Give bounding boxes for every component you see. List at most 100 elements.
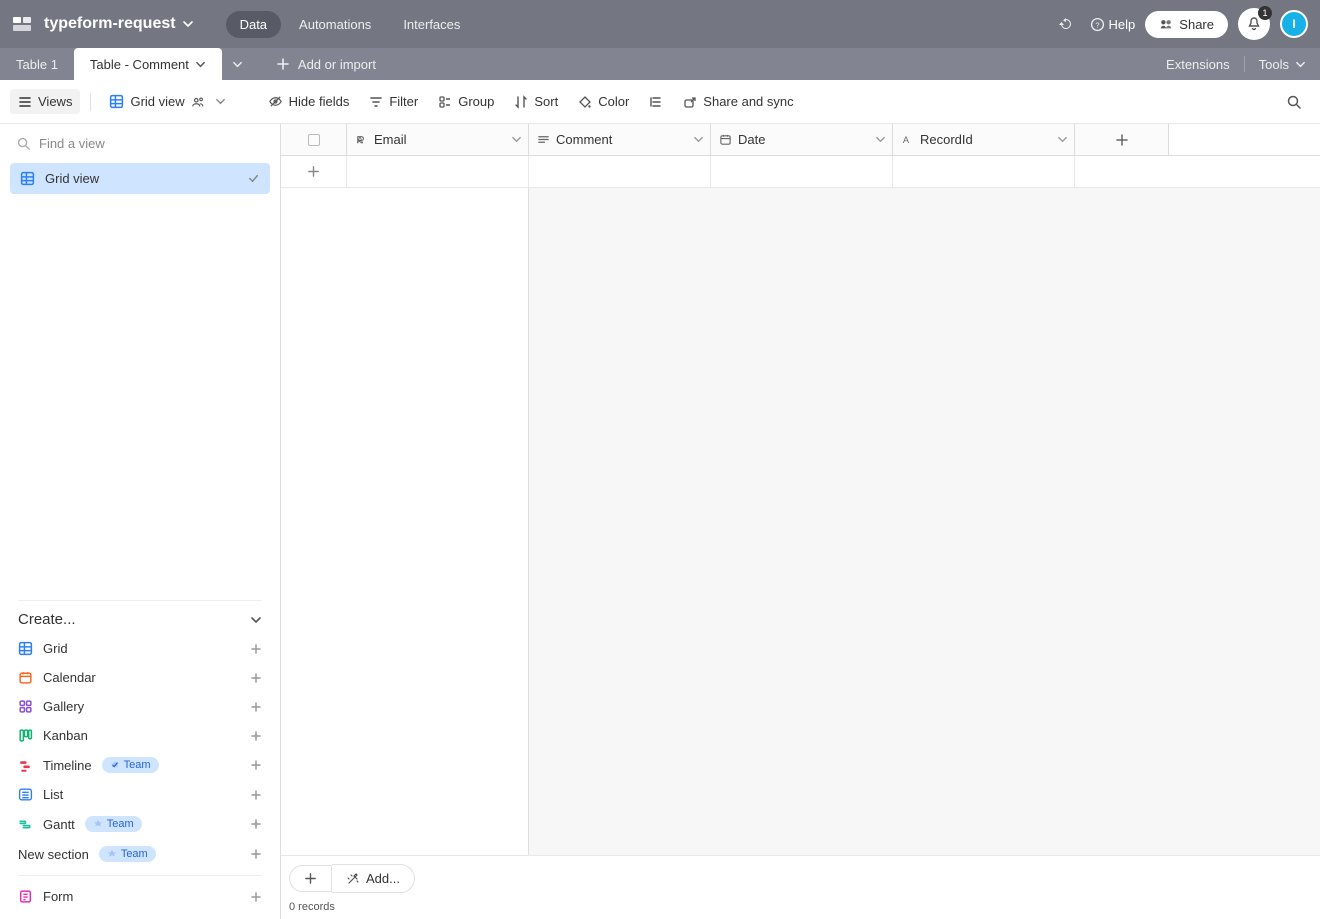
create-calendar[interactable]: Calendar: [18, 663, 262, 692]
chevron-down-icon[interactable]: [215, 96, 226, 107]
view-item-grid[interactable]: Grid view: [10, 163, 270, 194]
color-button[interactable]: Color: [570, 89, 637, 114]
group-icon: [438, 95, 452, 109]
svg-text:?: ?: [1095, 20, 1099, 29]
find-view-input[interactable]: Find a view: [0, 124, 280, 163]
sort-button[interactable]: Sort: [506, 89, 566, 114]
color-icon: [578, 95, 592, 109]
magic-icon: [346, 872, 360, 886]
share-button[interactable]: Share: [1145, 11, 1228, 38]
nav-data[interactable]: Data: [226, 11, 281, 38]
add-column-button[interactable]: [1075, 124, 1169, 155]
hide-fields-button[interactable]: Hide fields: [260, 89, 358, 114]
create-form[interactable]: Form: [18, 882, 262, 911]
plus-icon: [250, 818, 262, 830]
share-icon: [683, 95, 697, 109]
search-icon: [16, 136, 31, 151]
sort-icon: [514, 95, 528, 109]
group-button[interactable]: Group: [430, 89, 502, 114]
plus-icon: [250, 848, 262, 860]
column-menu-icon[interactable]: [511, 134, 522, 145]
calendar-icon: [18, 670, 33, 685]
toolbar: Views Grid view Hide fields Filter Group…: [0, 80, 1320, 124]
text-field-icon: A: [355, 133, 368, 146]
select-all-checkbox[interactable]: [281, 124, 347, 155]
topbar: typeform-request Data Automations Interf…: [0, 0, 1320, 48]
eye-off-icon: [268, 94, 283, 109]
kanban-icon: [18, 728, 33, 743]
create-grid[interactable]: Grid: [18, 634, 262, 663]
grid-footer: Add... 0 records: [281, 855, 1320, 919]
grid-view-selector[interactable]: Grid view: [101, 89, 233, 114]
plus-icon: [250, 759, 262, 771]
column-menu-icon[interactable]: [693, 134, 704, 145]
search-button[interactable]: [1278, 86, 1310, 118]
views-toggle[interactable]: Views: [10, 89, 80, 114]
footer-add-row-button[interactable]: [289, 865, 332, 892]
help-button[interactable]: ? Help: [1090, 17, 1136, 32]
column-menu-icon[interactable]: [1057, 134, 1068, 145]
views-sidebar: Find a view Grid view Create... Grid Cal…: [0, 124, 281, 919]
share-sync-button[interactable]: Share and sync: [675, 89, 801, 114]
records-count: 0 records: [281, 901, 1320, 919]
notifications-button[interactable]: 1: [1238, 8, 1270, 40]
tabbar: Table 1 Table - Comment Add or import Ex…: [0, 48, 1320, 80]
grid-icon: [18, 641, 33, 656]
grid-icon: [20, 171, 35, 186]
gantt-icon: [18, 817, 33, 832]
filter-button[interactable]: Filter: [361, 89, 426, 114]
nav-interfaces[interactable]: Interfaces: [389, 11, 474, 38]
team-badge: Team: [99, 846, 156, 862]
form-icon: [18, 889, 33, 904]
plus-icon: [250, 789, 262, 801]
long-text-icon: [537, 133, 550, 146]
nav-automations[interactable]: Automations: [285, 11, 385, 38]
footer-add-menu-button[interactable]: Add...: [332, 864, 415, 893]
date-icon: [719, 133, 732, 146]
plus-icon: [250, 643, 262, 655]
plus-icon: [250, 672, 262, 684]
column-recordid[interactable]: A RecordId: [893, 124, 1075, 155]
column-email[interactable]: A Email: [347, 124, 529, 155]
tablist-dropdown-icon[interactable]: [232, 59, 243, 70]
tab-table1[interactable]: Table 1: [0, 48, 74, 80]
create-list[interactable]: List: [18, 780, 262, 809]
text-field-icon: A: [901, 133, 914, 146]
chevron-down-icon[interactable]: [195, 59, 206, 70]
column-menu-icon[interactable]: [875, 134, 886, 145]
add-or-import-button[interactable]: Add or import: [264, 48, 388, 80]
avatar[interactable]: I: [1280, 10, 1308, 38]
people-icon: [191, 95, 205, 109]
chevron-down-icon: [250, 614, 262, 626]
row-height-button[interactable]: [641, 90, 671, 114]
add-record-row[interactable]: [281, 156, 1320, 188]
extensions-button[interactable]: Extensions: [1152, 48, 1244, 80]
create-kanban[interactable]: Kanban: [18, 721, 262, 750]
team-badge: Team: [102, 757, 159, 773]
chevron-down-icon: [182, 18, 194, 30]
filter-icon: [369, 95, 383, 109]
base-name[interactable]: typeform-request: [44, 15, 194, 33]
column-comment[interactable]: Comment: [529, 124, 711, 155]
create-section-header[interactable]: Create...: [18, 600, 262, 634]
notification-badge: 1: [1258, 6, 1272, 20]
app-logo-icon[interactable]: [12, 14, 32, 34]
svg-text:A: A: [357, 135, 364, 145]
timeline-icon: [18, 758, 33, 773]
data-grid: A Email Comment Date A RecordId: [281, 124, 1320, 919]
grid-icon: [109, 94, 124, 109]
column-date[interactable]: Date: [711, 124, 893, 155]
gallery-icon: [18, 699, 33, 714]
create-gallery[interactable]: Gallery: [18, 692, 262, 721]
create-new-section[interactable]: New section Team: [18, 839, 262, 869]
tab-table-comment[interactable]: Table - Comment: [74, 48, 222, 80]
create-timeline[interactable]: Timeline Team: [18, 750, 262, 780]
check-icon: [247, 172, 260, 185]
create-gantt[interactable]: Gantt Team: [18, 809, 262, 839]
history-icon[interactable]: [1052, 10, 1080, 38]
add-record-plus[interactable]: [281, 156, 347, 187]
list-icon: [18, 787, 33, 802]
svg-text:A: A: [903, 135, 910, 145]
plus-icon: [250, 701, 262, 713]
tools-button[interactable]: Tools: [1245, 48, 1320, 80]
